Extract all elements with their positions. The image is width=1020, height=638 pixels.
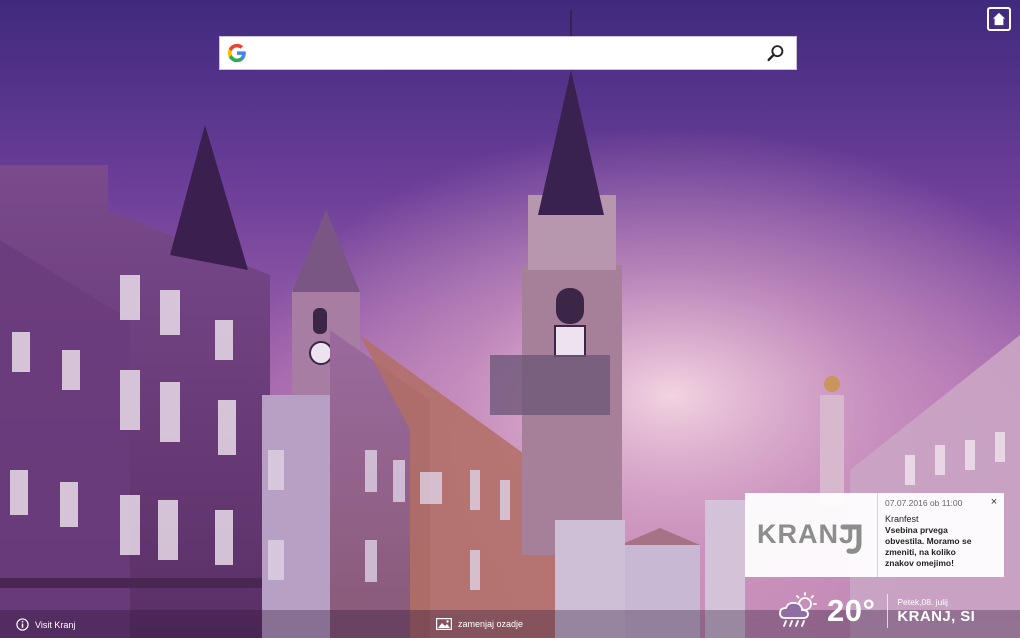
weather-location: Petek,08. julij KRANJ, SI [897,597,975,626]
weather-city: KRANJ, SI [897,607,976,625]
search-button[interactable] [762,39,790,67]
notification-text: Vsebina prvega obvestila. Moramo se zmen… [885,525,972,568]
visit-kranj-link[interactable]: Visit Kranj [16,618,75,631]
notification-card[interactable]: KRANJ 07.07.2016 ob 11:00 Kranfest Vsebi… [745,493,1004,577]
kranj-logo: KRANJ [745,493,878,577]
notification-body: 07.07.2016 ob 11:00 Kranfest Vsebina prv… [878,493,1004,577]
search-input[interactable] [248,40,762,66]
home-button[interactable] [987,7,1011,31]
google-g-icon [226,42,248,64]
svg-text:KRANJ: KRANJ [757,519,855,549]
change-wallpaper-label: zamenjaj ozadje [458,619,524,629]
image-icon [436,618,452,630]
close-icon[interactable]: × [988,496,1000,508]
search-bar [219,36,797,70]
weather-divider [887,594,889,628]
weather-date: Petek,08. julij [897,596,948,607]
change-wallpaper-link[interactable]: zamenjaj ozadje [436,618,523,630]
home-icon [992,12,1006,26]
info-icon [16,618,29,631]
weather-widget: 20° Petek,08. julij KRANJ, SI [777,590,975,632]
visit-kranj-label: Visit Kranj [35,619,76,630]
notification-date: 07.07.2016 ob 11:00 [885,498,963,508]
notification-title: Kranfest [885,514,919,524]
magnifier-icon [767,45,784,62]
rain-sun-cloud-icon [779,592,817,627]
weather-temperature: 20° [827,593,876,628]
